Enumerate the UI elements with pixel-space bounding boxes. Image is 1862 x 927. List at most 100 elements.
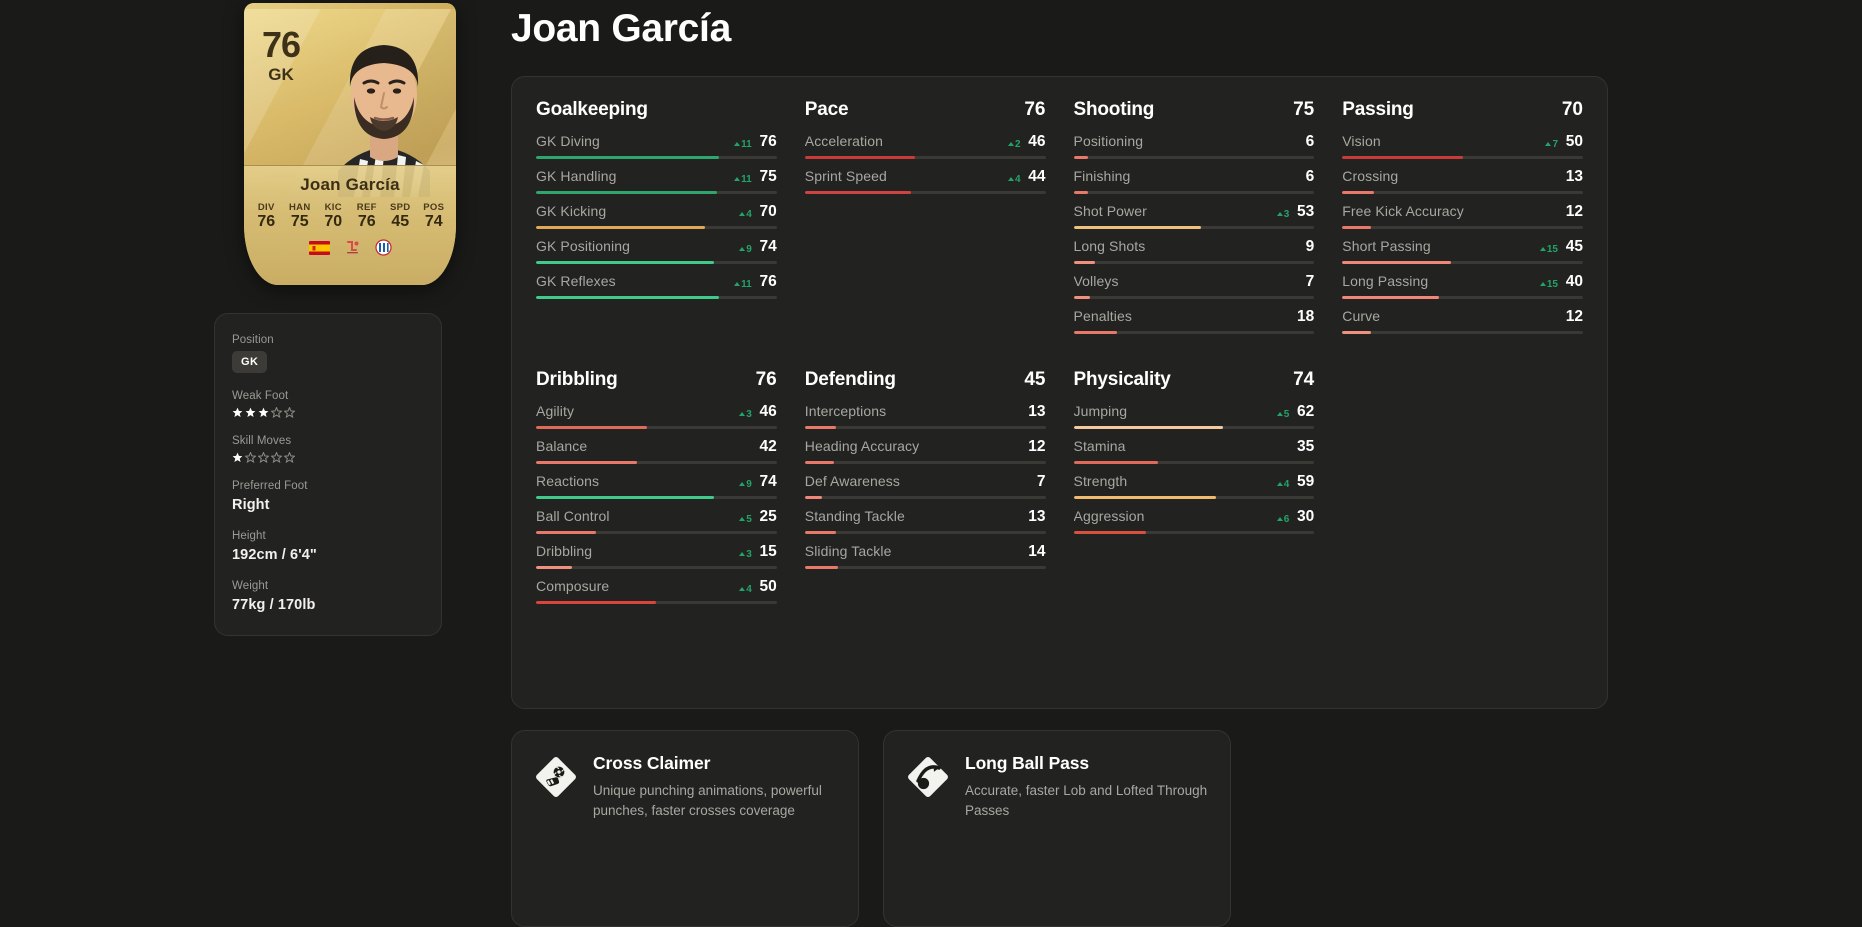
stat-value: 50 [759, 578, 777, 595]
card-badges-row [244, 239, 456, 256]
stat-value: 76 [759, 133, 777, 150]
card-rating-block: 76 GK [262, 27, 301, 84]
playstyles-row: Cross Claimer Unique punching animations,… [511, 730, 1231, 927]
stat-row: Jumping 5 62 [1073, 403, 1315, 429]
player-profile-page: 76 GK Joan García DIV 76 HAN 75 KIC 70 R… [0, 0, 1862, 927]
position-chip[interactable]: GK [232, 351, 268, 373]
player-info-panel: Position GK Weak Foot Skill Moves Prefer… [214, 313, 442, 636]
card-stat-kic: KIC 70 [321, 202, 346, 231]
player-card[interactable]: 76 GK Joan García DIV 76 HAN 75 KIC 70 R… [244, 3, 456, 285]
stat-row: GK Positioning 9 74 [536, 238, 777, 264]
stat-name: Acceleration [804, 133, 883, 149]
card-stat-label: POS [423, 202, 445, 213]
stat-value: 18 [1297, 308, 1315, 325]
stat-row: GK Kicking 4 70 [536, 203, 777, 229]
stat-value: 74 [759, 473, 777, 490]
category-total: 76 [1024, 99, 1046, 120]
stat-bar-fill [536, 261, 715, 264]
category-header: Shooting 75 [1074, 99, 1315, 121]
stat-category: Passing 70 Vision 7 50 Crossing 13 Free Kick Ac… [1342, 99, 1583, 343]
stat-name: Balance [536, 438, 588, 454]
stat-category: Pace 76 Acceleration 2 46 Sprint Speed 4 44 [804, 99, 1046, 343]
playstyle-text: Cross Claimer Unique punching animations,… [593, 753, 836, 904]
stat-bar-track [804, 156, 1046, 159]
category-name: Goalkeeping [536, 99, 648, 120]
info-weak-foot: Weak Foot [232, 390, 424, 418]
stat-category: Dribbling 76 Agility 3 46 Balance 42 Reactions 9… [536, 369, 777, 613]
stat-row: Ball Control 5 25 [536, 508, 777, 534]
stat-bar-track [536, 461, 777, 464]
cross-claimer-icon [534, 755, 578, 799]
stat-bar-track [1342, 156, 1583, 159]
stat-bar-fill [536, 461, 638, 464]
spain-flag-icon [308, 240, 330, 255]
stat-bar-fill [1073, 226, 1202, 229]
category-name: Defending [804, 369, 896, 390]
weak-foot-stars [232, 407, 424, 418]
stat-bar-track [804, 531, 1046, 534]
card-stat-label: SPD [390, 202, 411, 213]
playstyle-title: Cross Claimer [593, 753, 711, 773]
stat-name: Shot Power [1073, 203, 1147, 219]
stat-name: Jumping [1073, 403, 1128, 419]
stat-value: 76 [759, 273, 777, 290]
stat-bar-track [536, 261, 777, 264]
card-position: GK [268, 65, 294, 84]
card-stat-pos: POS 74 [422, 202, 447, 231]
left-column: 76 GK Joan García DIV 76 HAN 75 KIC 70 R… [214, 0, 486, 636]
stat-row: GK Reflexes 11 76 [536, 273, 777, 299]
stat-bar-track [1342, 191, 1583, 194]
stat-bar-track [536, 531, 777, 534]
info-height: Height 192cm / 6'4" [232, 530, 424, 563]
playstyle-card[interactable]: Cross Claimer Unique punching animations,… [511, 730, 859, 927]
stat-row: Sprint Speed 4 44 [804, 168, 1046, 194]
stat-row: Sliding Tackle 14 [804, 543, 1046, 569]
stat-row: GK Handling 11 75 [536, 168, 777, 194]
stat-bar-fill [804, 156, 916, 159]
stat-name: Ball Control [536, 508, 610, 524]
stat-bar-track [1342, 261, 1583, 264]
stat-name: Short Passing [1342, 238, 1431, 254]
card-stat-value: 45 [391, 213, 410, 230]
stat-name: GK Diving [536, 133, 600, 149]
stat-delta: 11 [734, 279, 752, 290]
stat-delta: 4 [739, 209, 752, 220]
stat-bar-fill [1342, 296, 1439, 299]
stat-bar-fill [1342, 191, 1374, 194]
stat-category: Shooting 75 Positioning 6 Finishing 6 Shot Pow… [1073, 99, 1315, 343]
playstyle-card[interactable]: Long Ball Pass Accurate, faster Lob and L… [883, 730, 1231, 927]
stat-bar-fill [536, 566, 573, 569]
info-skill-moves-label: Skill Moves [232, 435, 292, 447]
stat-delta: 2 [1007, 139, 1021, 150]
stat-row: Composure 4 50 [536, 578, 777, 604]
stat-name: Vision [1342, 133, 1381, 149]
playstyle-description: Unique punching animations, powerful pun… [593, 783, 822, 818]
stat-bar-fill [804, 566, 839, 569]
card-stat-label: REF [356, 202, 377, 213]
stat-row: Short Passing 15 45 [1342, 238, 1583, 264]
stat-row: Penalties 18 [1073, 308, 1315, 334]
stat-bar-fill [536, 531, 597, 534]
stat-name: Curve [1342, 308, 1381, 324]
stat-bar-fill [536, 296, 719, 299]
stat-row: Def Awareness 7 [804, 473, 1046, 499]
stat-bar-track [804, 566, 1046, 569]
category-name: Dribbling [536, 369, 618, 390]
skill-moves-stars [232, 452, 424, 463]
info-weak-foot-label: Weak Foot [232, 390, 289, 402]
category-name: Shooting [1073, 99, 1155, 120]
stat-row: Positioning 6 [1073, 133, 1315, 159]
stat-delta: 9 [739, 244, 752, 255]
stat-name: Def Awareness [804, 473, 900, 489]
playstyle-description: Accurate, faster Lob and Lofted Through … [965, 783, 1208, 818]
stat-name: Sprint Speed [804, 168, 887, 184]
stat-bar-fill [1073, 496, 1216, 499]
stat-value: 30 [1297, 508, 1315, 525]
stat-bar-track [1073, 156, 1315, 159]
card-lower-section: Joan García DIV 76 HAN 75 KIC 70 REF 76 … [244, 165, 456, 285]
stat-name: GK Reflexes [536, 273, 616, 289]
category-name: Passing [1342, 99, 1414, 120]
stat-row: Interceptions 13 [804, 403, 1046, 429]
info-weight-value: 77kg / 170lb [232, 597, 316, 613]
card-stat-ref: REF 76 [355, 202, 380, 231]
